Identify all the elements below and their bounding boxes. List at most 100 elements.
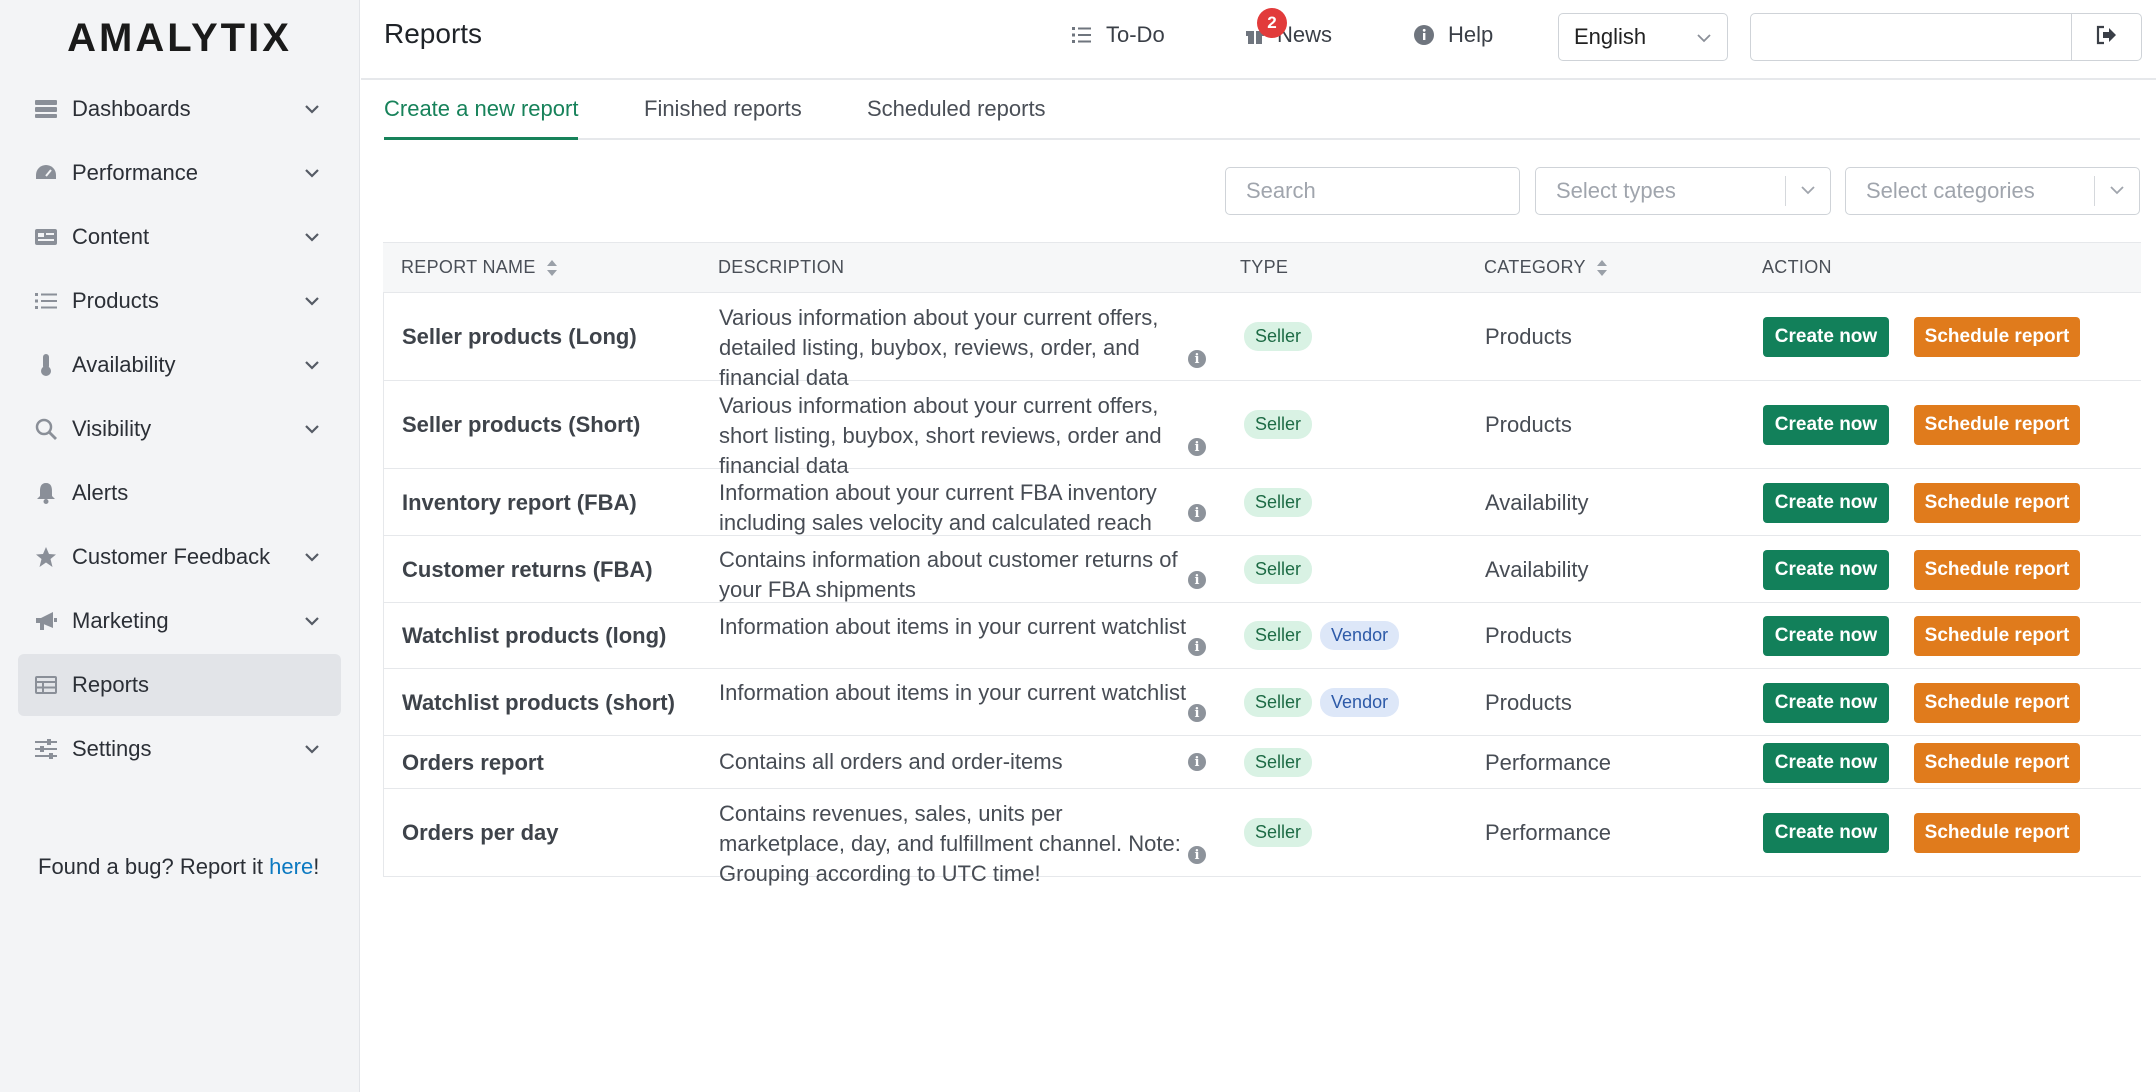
- info-icon[interactable]: i: [1188, 504, 1206, 522]
- col-description: DESCRIPTION: [718, 257, 845, 277]
- info-icon[interactable]: i: [1188, 704, 1206, 722]
- schedule-report-button[interactable]: Schedule report: [1914, 743, 2080, 783]
- report-category: Products: [1485, 412, 1572, 437]
- page-title: Reports: [384, 18, 483, 49]
- sidebar-item-settings[interactable]: Settings: [18, 718, 341, 780]
- type-tag-seller: Seller: [1244, 410, 1313, 439]
- report-category: Performance: [1485, 750, 1611, 775]
- create-now-button[interactable]: Create now: [1763, 743, 1889, 783]
- report-types: Seller: [1244, 488, 1313, 517]
- language-select[interactable]: English: [1558, 13, 1728, 61]
- search-icon: [34, 417, 58, 441]
- chevron-down-icon[interactable]: [301, 354, 323, 376]
- user-account-box[interactable]: [1750, 13, 2142, 61]
- tab-create-new-report[interactable]: Create a new report: [384, 96, 579, 140]
- search-box[interactable]: [1225, 167, 1520, 215]
- info-icon[interactable]: i: [1188, 350, 1206, 368]
- chevron-down-icon[interactable]: [301, 162, 323, 184]
- report-category: Products: [1485, 324, 1572, 349]
- report-description: Contains information about customer retu…: [719, 547, 1178, 602]
- table-header: REPORT NAME DESCRIPTION TYPE CATEGORY AC…: [383, 243, 2141, 293]
- create-now-button[interactable]: Create now: [1763, 483, 1889, 523]
- report-name: Customer returns (FBA): [402, 557, 653, 582]
- help-label: Help: [1448, 22, 1494, 47]
- sidebar-item-alerts[interactable]: Alerts: [18, 462, 341, 524]
- report-description: Various information about your current o…: [719, 305, 1159, 390]
- schedule-report-button[interactable]: Schedule report: [1914, 813, 2080, 853]
- report-description: Contains revenues, sales, units per mark…: [719, 801, 1181, 886]
- chevron-down-icon[interactable]: [301, 290, 323, 312]
- sidebar-item-performance[interactable]: Performance: [18, 142, 341, 204]
- create-now-button[interactable]: Create now: [1763, 550, 1889, 590]
- sidebar-item-availability[interactable]: Availability: [18, 334, 341, 396]
- news-badge: 2: [1257, 8, 1287, 38]
- select-types-dropdown[interactable]: Select types: [1535, 167, 1831, 215]
- col-type: TYPE: [1240, 257, 1289, 277]
- sidebar-item-dashboards[interactable]: Dashboards: [18, 78, 341, 140]
- col-report-name[interactable]: REPORT NAME: [401, 257, 558, 278]
- report-name: Orders per day: [402, 820, 559, 845]
- sidebar-item-marketing[interactable]: Marketing: [18, 590, 341, 652]
- select-categories-dropdown[interactable]: Select categories: [1845, 167, 2140, 215]
- todo-label: To-Do: [1106, 22, 1165, 47]
- info-icon[interactable]: i: [1188, 638, 1206, 656]
- info-icon[interactable]: i: [1188, 846, 1206, 864]
- todo-link[interactable]: To-Do: [1072, 22, 1165, 48]
- info-icon: [1414, 25, 1434, 45]
- sidebar-item-products[interactable]: Products: [18, 270, 341, 332]
- create-now-button[interactable]: Create now: [1763, 683, 1889, 723]
- report-name: Watchlist products (long): [402, 623, 667, 648]
- sort-icon[interactable]: [1596, 259, 1608, 277]
- table-row: Customer returns (FBA) Contains informati…: [383, 536, 2141, 603]
- schedule-report-button[interactable]: Schedule report: [1914, 550, 2080, 590]
- type-tag-seller: Seller: [1244, 322, 1313, 351]
- chevron-down-icon[interactable]: [301, 226, 323, 248]
- col-category[interactable]: CATEGORY: [1484, 257, 1608, 278]
- schedule-report-button[interactable]: Schedule report: [1914, 683, 2080, 723]
- sliders-icon: [34, 737, 58, 761]
- schedule-report-button[interactable]: Schedule report: [1914, 405, 2080, 445]
- type-tag-seller: Seller: [1244, 488, 1313, 517]
- info-icon[interactable]: i: [1188, 571, 1206, 589]
- chevron-down-icon[interactable]: [301, 98, 323, 120]
- tab-finished-reports[interactable]: Finished reports: [644, 96, 802, 140]
- sidebar-item-label: Availability: [72, 352, 176, 377]
- schedule-report-button[interactable]: Schedule report: [1914, 317, 2080, 357]
- report-types: Seller Vendor: [1244, 688, 1400, 717]
- type-tag-seller: Seller: [1244, 555, 1313, 584]
- logout-button[interactable]: [2071, 14, 2141, 60]
- sidebar-item-content[interactable]: Content: [18, 206, 341, 268]
- bug-report-link[interactable]: here: [269, 854, 313, 879]
- chevron-down-icon[interactable]: [301, 418, 323, 440]
- sort-icon[interactable]: [546, 259, 558, 277]
- create-now-button[interactable]: Create now: [1763, 813, 1889, 853]
- sidebar-item-reports[interactable]: Reports: [18, 654, 341, 716]
- info-icon[interactable]: i: [1188, 438, 1206, 456]
- create-now-button[interactable]: Create now: [1763, 317, 1889, 357]
- sidebar-item-label: Alerts: [72, 480, 129, 505]
- sidebar-item-label: Dashboards: [72, 96, 191, 121]
- report-description: Information about your current FBA inven…: [719, 480, 1157, 535]
- chevron-down-icon[interactable]: [301, 610, 323, 632]
- chevron-down-icon[interactable]: [301, 546, 323, 568]
- table-row: Orders report Contains all orders and ord…: [383, 736, 2141, 789]
- sidebar-item-customer-feedback[interactable]: Customer Feedback: [18, 526, 341, 588]
- type-tag-vendor: Vendor: [1320, 688, 1400, 717]
- dropdown-separator: [2094, 176, 2095, 206]
- tab-scheduled-reports[interactable]: Scheduled reports: [867, 96, 1046, 140]
- sidebar-item-label: Visibility: [72, 416, 152, 441]
- report-category: Availability: [1485, 490, 1589, 515]
- schedule-report-button[interactable]: Schedule report: [1914, 483, 2080, 523]
- table-row: Watchlist products (short) Information ab…: [383, 669, 2141, 736]
- create-now-button[interactable]: Create now: [1763, 405, 1889, 445]
- schedule-report-button[interactable]: Schedule report: [1914, 616, 2080, 656]
- help-link[interactable]: Help: [1414, 22, 1493, 48]
- info-icon[interactable]: i: [1188, 753, 1206, 771]
- search-input[interactable]: [1246, 178, 1519, 204]
- report-description: Various information about your current o…: [719, 393, 1162, 478]
- app-logo[interactable]: AMALYTIX: [0, 0, 359, 76]
- create-now-button[interactable]: Create now: [1763, 616, 1889, 656]
- chevron-down-icon[interactable]: [301, 738, 323, 760]
- sidebar-item-visibility[interactable]: Visibility: [18, 398, 341, 460]
- chevron-down-icon: [2107, 180, 2127, 206]
